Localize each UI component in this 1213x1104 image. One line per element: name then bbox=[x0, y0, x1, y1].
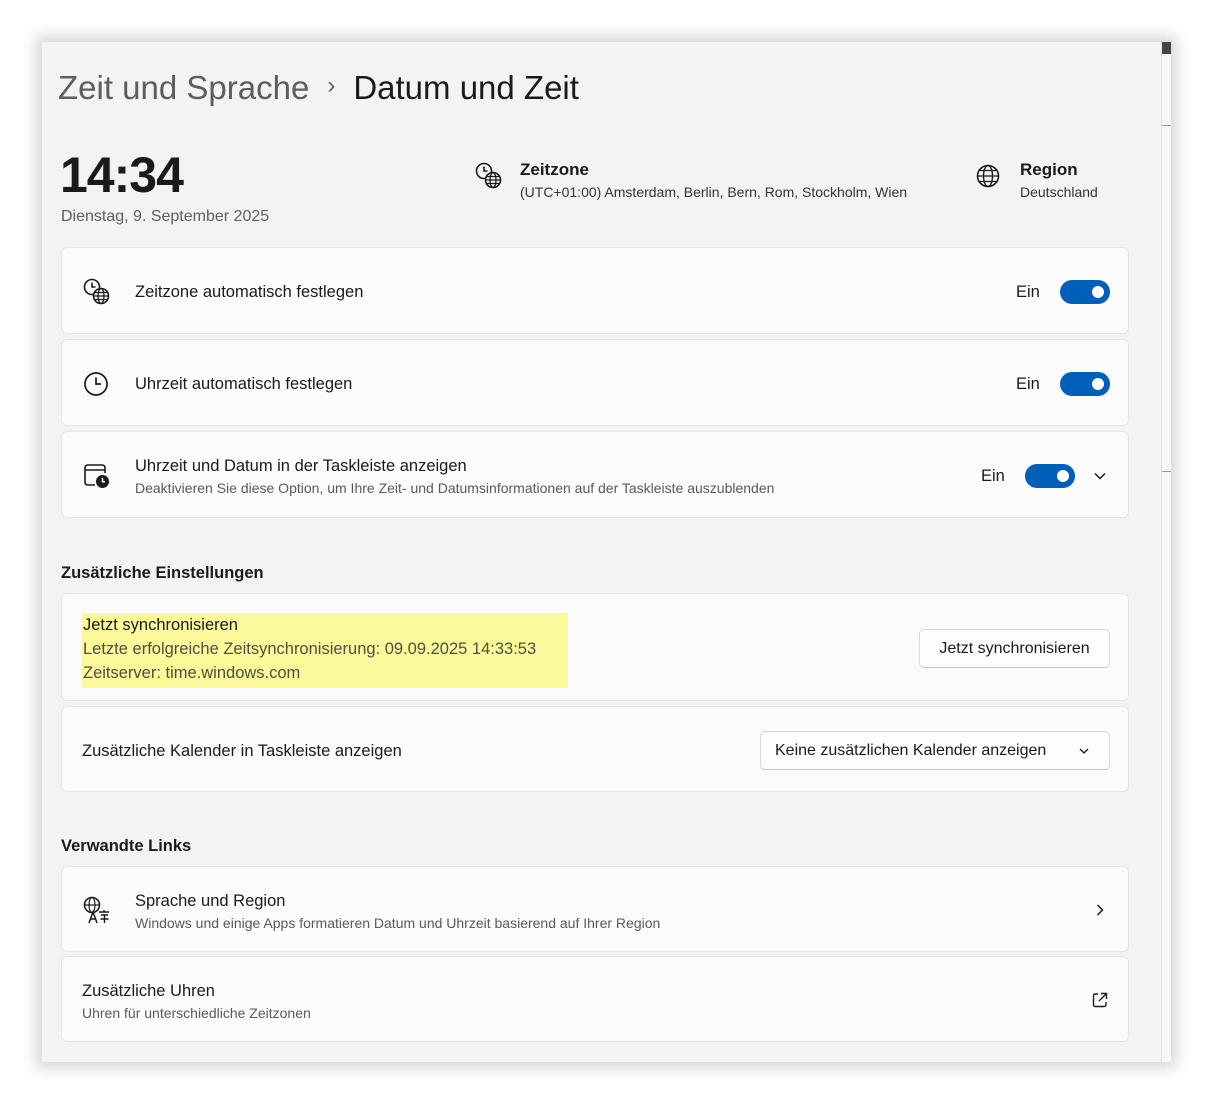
sync-info-highlight: Jetzt synchronisieren Letzte erfolgreich… bbox=[82, 613, 568, 688]
taskbar-datetime-toggle[interactable] bbox=[1025, 464, 1075, 488]
calendar-select-value: Keine zusätzlichen Kalender anzeigen bbox=[775, 741, 1047, 759]
section-title-related: Verwandte Links bbox=[61, 837, 192, 855]
related-link-label: Zusätzliche Uhren bbox=[82, 982, 215, 1000]
related-link-language-region[interactable]: Sprache und Region Windows und einige Ap… bbox=[61, 866, 1129, 952]
toggle-state-label: Ein bbox=[1016, 375, 1040, 393]
scrollbar-thumb-bottom[interactable] bbox=[1162, 471, 1171, 472]
related-link-additional-clocks[interactable]: Zusätzliche Uhren Uhren für unterschiedl… bbox=[61, 956, 1129, 1042]
setting-auto-time: Uhrzeit automatisch festlegen Ein bbox=[61, 339, 1129, 426]
current-date: Dienstag, 9. September 2025 bbox=[61, 208, 270, 225]
last-sync-info: Letzte erfolgreiche Zeitsynchronisierung… bbox=[83, 640, 537, 658]
additional-calendar-card: Zusätzliche Kalender in Taskleiste anzei… bbox=[61, 706, 1129, 792]
setting-taskbar-datetime[interactable]: Uhrzeit und Datum in der Taskleiste anze… bbox=[61, 431, 1129, 518]
timezone-title: Zeitzone bbox=[520, 160, 589, 179]
timezone-info: Zeitzone (UTC+01:00) Amsterdam, Berlin, … bbox=[474, 159, 907, 200]
globe-icon bbox=[976, 164, 1000, 188]
scrollbar-up-arrow[interactable] bbox=[1162, 42, 1171, 54]
setting-label: Uhrzeit und Datum in der Taskleiste anze… bbox=[135, 457, 467, 475]
clock-icon bbox=[84, 372, 108, 396]
section-title-additional: Zusätzliche Einstellungen bbox=[61, 564, 264, 582]
related-link-description: Windows und einige Apps formatieren Datu… bbox=[135, 915, 661, 931]
setting-auto-timezone: Zeitzone automatisch festlegen Ein bbox=[61, 247, 1129, 334]
clock-globe-icon bbox=[83, 278, 110, 305]
chevron-down-icon bbox=[1079, 748, 1089, 754]
setting-description: Deaktivieren Sie diese Option, um Ihre Z… bbox=[135, 480, 775, 496]
auto-time-toggle[interactable] bbox=[1060, 372, 1110, 396]
chevron-right-icon bbox=[1096, 904, 1104, 916]
sync-now-button[interactable]: Jetzt synchronisieren bbox=[919, 629, 1110, 668]
external-link-icon bbox=[1092, 992, 1108, 1008]
breadcrumb-parent-link[interactable]: Zeit und Sprache bbox=[58, 69, 309, 107]
chevron-down-icon[interactable] bbox=[1092, 468, 1108, 484]
related-link-description: Uhren für unterschiedliche Zeitzonen bbox=[82, 1005, 311, 1021]
setting-label: Zeitzone automatisch festlegen bbox=[135, 283, 364, 301]
sync-title: Jetzt synchronisieren bbox=[83, 616, 238, 634]
auto-timezone-toggle[interactable] bbox=[1060, 280, 1110, 304]
calendar-select[interactable]: Keine zusätzlichen Kalender anzeigen bbox=[760, 731, 1110, 770]
settings-window: Zeit und Sprache › Datum und Zeit 14:34 … bbox=[42, 42, 1171, 1062]
time-server-info: Zeitserver: time.windows.com bbox=[83, 664, 301, 682]
region-info: Region Deutschland bbox=[974, 159, 1098, 200]
language-icon bbox=[83, 896, 109, 924]
calendar-clock-icon bbox=[84, 464, 109, 488]
current-time: 14:34 bbox=[60, 147, 184, 203]
clock-globe-icon bbox=[475, 162, 502, 189]
breadcrumb: Zeit und Sprache › Datum und Zeit bbox=[58, 66, 579, 110]
scrollbar-thumb-top[interactable] bbox=[1162, 125, 1171, 126]
related-link-label: Sprache und Region bbox=[135, 892, 286, 910]
page-title: Datum und Zeit bbox=[353, 69, 579, 106]
region-title: Region bbox=[1020, 160, 1078, 179]
calendar-setting-label: Zusätzliche Kalender in Taskleiste anzei… bbox=[82, 742, 402, 760]
toggle-state-label: Ein bbox=[1016, 283, 1040, 301]
toggle-state-label: Ein bbox=[981, 467, 1005, 485]
region-value: Deutschland bbox=[1020, 184, 1098, 200]
breadcrumb-separator: › bbox=[327, 72, 336, 99]
setting-label: Uhrzeit automatisch festlegen bbox=[135, 375, 353, 393]
vertical-scrollbar[interactable] bbox=[1161, 42, 1171, 1062]
timezone-value: (UTC+01:00) Amsterdam, Berlin, Bern, Rom… bbox=[520, 184, 908, 200]
